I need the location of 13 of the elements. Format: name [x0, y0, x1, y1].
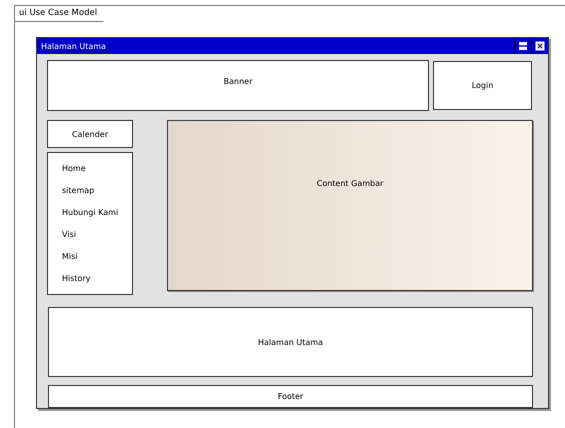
login-button[interactable]: Login [433, 61, 532, 110]
banner-panel: Banner [47, 60, 429, 111]
menu-item[interactable]: Visi [62, 230, 76, 240]
content-panel: Content Gambar [167, 120, 533, 291]
menu-item[interactable]: Hubungi Kami [62, 208, 118, 217]
calendar-button[interactable]: Calender [47, 120, 133, 148]
menu-item[interactable]: Home [62, 164, 86, 173]
window-title: Halaman Utama [41, 42, 106, 50]
menu-item[interactable]: History [62, 274, 90, 284]
main-panel: Halaman Utama [48, 307, 533, 377]
menu-item[interactable]: sitemap [62, 186, 94, 195]
footer-panel: Footer [48, 385, 533, 408]
menu-item[interactable]: Misi [62, 252, 78, 262]
